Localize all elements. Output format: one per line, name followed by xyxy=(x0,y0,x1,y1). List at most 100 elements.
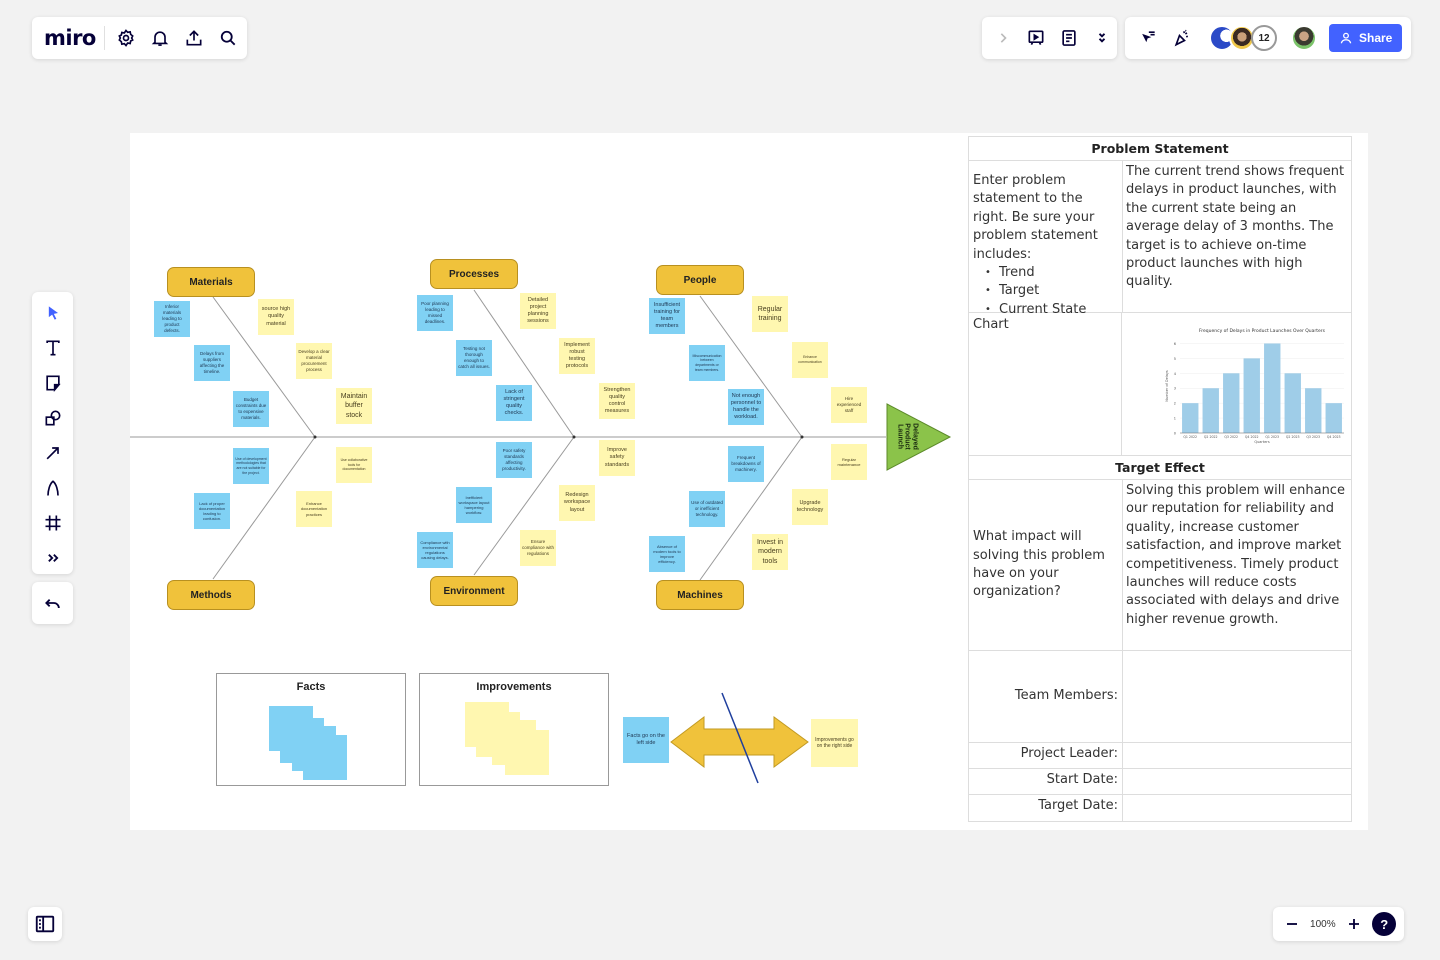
improvement-sticky[interactable]: Ensure compliance with regulations xyxy=(520,530,556,566)
improvement-sticky[interactable]: Redesign workspace layout xyxy=(559,485,595,521)
improvement-sticky[interactable]: Detailed project planning sessions xyxy=(520,293,556,329)
sticky-note-icon[interactable] xyxy=(37,368,69,398)
target-effect-header: Target Effect xyxy=(969,456,1351,480)
improvement-sticky[interactable]: Use collaborative tools for documentatio… xyxy=(336,447,372,483)
creation-toolbar xyxy=(32,292,73,574)
problem-prompt: Enter problem statement to the right. Be… xyxy=(973,173,1098,262)
improvement-sticky[interactable]: Regular maintenance xyxy=(831,444,867,480)
improvement-sticky[interactable]: Upgrade technology xyxy=(792,489,828,525)
presentation-icon[interactable] xyxy=(1021,23,1050,53)
current-user-avatar[interactable] xyxy=(1291,25,1317,51)
double-chevron-down-icon[interactable] xyxy=(1088,23,1117,53)
zoom-out-button[interactable] xyxy=(1281,909,1303,939)
improvement-sticky[interactable]: Improve safety standards xyxy=(599,440,635,476)
improvement-sticky[interactable]: Strengthen quality control measures xyxy=(599,383,635,419)
category-machines[interactable]: Machines xyxy=(656,580,744,610)
cause-sticky[interactable]: Frequent breakdowns of machinery. xyxy=(728,446,764,482)
cause-sticky[interactable]: Absence of modern tools to improve effic… xyxy=(649,536,685,572)
shapes-icon[interactable] xyxy=(37,403,69,433)
upload-icon[interactable] xyxy=(177,23,211,53)
improvement-sticky[interactable]: Hire experienced staff xyxy=(831,387,867,423)
start-date-field[interactable] xyxy=(1123,769,1351,794)
improvement-sticky[interactable]: Maintain buffer stock xyxy=(336,388,372,424)
chart-bar xyxy=(1223,373,1240,433)
double-arrow-shape[interactable] xyxy=(670,715,809,769)
improvements-note-sticky[interactable]: Improvements go on the right side xyxy=(811,719,858,767)
sidebar-icon xyxy=(35,915,55,933)
bullet-trend: Trend xyxy=(985,264,1118,283)
miro-logo[interactable]: miro xyxy=(44,26,105,50)
improvement-sticky[interactable]: Regular training xyxy=(752,296,788,332)
delays-bar-chart[interactable]: Frequency of Delays in Product Launches … xyxy=(1122,313,1351,453)
facts-note-sticky[interactable]: Facts go on the left side xyxy=(623,717,669,763)
x-tick-label: Q2 2022 xyxy=(1204,435,1218,439)
cause-sticky[interactable]: Delays from suppliers affecting the time… xyxy=(194,345,230,381)
improvement-sticky[interactable]: Implement robust testing protocols xyxy=(559,338,595,374)
cause-sticky[interactable]: Insufficient training for team members xyxy=(649,298,685,334)
cause-sticky[interactable]: Inefficient workspace layout hampering w… xyxy=(456,487,492,523)
target-date-field[interactable] xyxy=(1123,795,1351,821)
collaboration-bar: 12 Share xyxy=(1125,17,1411,59)
category-materials[interactable]: Materials xyxy=(167,267,255,297)
category-people[interactable]: People xyxy=(656,265,744,295)
facts-frame[interactable]: Facts xyxy=(216,673,406,786)
target-effect-text[interactable]: Solving this problem will enhance our re… xyxy=(1123,480,1351,650)
cause-sticky[interactable]: Poor safety standards affecting producti… xyxy=(496,442,532,478)
notes-icon[interactable] xyxy=(1055,23,1084,53)
cause-sticky[interactable]: Poor planning leading to missed deadline… xyxy=(417,295,453,331)
sidebar-toggle-button[interactable] xyxy=(28,907,62,941)
celebrate-icon[interactable] xyxy=(1167,23,1197,53)
zoom-level[interactable]: 100% xyxy=(1310,919,1336,930)
gear-icon[interactable] xyxy=(109,23,143,53)
x-tick-label: Q3 2023 xyxy=(1306,435,1320,439)
problem-statement-text[interactable]: The current trend shows frequent delays … xyxy=(1123,161,1351,312)
cause-sticky[interactable]: Use of outdated or inefficient technolog… xyxy=(689,491,725,527)
team-members-field[interactable] xyxy=(1123,651,1351,742)
frame-icon[interactable] xyxy=(37,508,69,538)
cause-sticky[interactable]: Budget constraints due to expensive mate… xyxy=(233,391,269,427)
cause-sticky[interactable]: Compliance with environmental regulation… xyxy=(417,532,453,568)
search-icon[interactable] xyxy=(211,23,245,53)
project-leader-field[interactable] xyxy=(1123,743,1351,768)
zoom-in-button[interactable] xyxy=(1343,909,1365,939)
text-tool-icon[interactable] xyxy=(37,333,69,363)
y-tick-label: 5 xyxy=(1174,357,1176,361)
improvement-sticky[interactable]: source high quality material xyxy=(258,299,294,335)
category-environment[interactable]: Environment xyxy=(430,576,518,606)
pen-icon[interactable] xyxy=(37,473,69,503)
cause-sticky[interactable]: Lack of proper documentation leading to … xyxy=(194,493,230,529)
cause-sticky[interactable]: Not enough personnel to handle the workl… xyxy=(728,389,764,425)
category-methods[interactable]: Methods xyxy=(167,580,255,610)
chart-bar xyxy=(1325,403,1342,433)
x-tick-label: Q4 2023 xyxy=(1327,435,1341,439)
chevron-right-icon[interactable] xyxy=(988,23,1017,53)
cause-sticky[interactable]: Testing not thorough enough to catch all… xyxy=(456,340,492,376)
improvement-sticky[interactable]: Develop a clear material procurement pro… xyxy=(296,343,332,379)
board-canvas[interactable]: Delayed Product Launch Materials Process… xyxy=(130,133,1368,830)
improvement-sticky[interactable]: Enhance documentation practices xyxy=(296,491,332,527)
collaborator-count-badge[interactable]: 12 xyxy=(1251,25,1277,51)
arrow-line-icon[interactable] xyxy=(37,438,69,468)
collaborator-avatars[interactable]: 12 xyxy=(1209,25,1277,51)
x-axis-label: Quarters xyxy=(1254,440,1270,444)
cause-sticky[interactable]: Miscommunication between departments or … xyxy=(689,345,725,381)
cause-sticky[interactable]: Use of development methodologies that ar… xyxy=(233,448,269,484)
zoom-controls: 100% ? xyxy=(1273,907,1404,941)
cursor-reaction-icon[interactable] xyxy=(1133,23,1163,53)
select-cursor-icon[interactable] xyxy=(37,298,69,328)
help-button[interactable]: ? xyxy=(1372,912,1397,936)
bell-icon[interactable] xyxy=(143,23,177,53)
share-button[interactable]: Share xyxy=(1329,24,1403,52)
user-icon xyxy=(1340,32,1352,44)
more-tools-icon[interactable] xyxy=(37,543,69,573)
undo-icon[interactable] xyxy=(38,588,68,618)
category-processes[interactable]: Processes xyxy=(430,259,518,289)
facts-frame-title: Facts xyxy=(296,681,326,693)
project-leader-label: Project Leader: xyxy=(969,743,1123,768)
improvements-frame[interactable]: Improvements xyxy=(419,673,609,786)
improvement-sticky[interactable]: Enhance communication xyxy=(792,342,828,378)
improvement-sticky[interactable]: Invest in modern tools xyxy=(752,534,788,570)
undo-panel xyxy=(32,582,73,624)
cause-sticky[interactable]: Inferior materials leading to product de… xyxy=(154,301,190,337)
cause-sticky[interactable]: Lack of stringent quality checks. xyxy=(496,385,532,421)
